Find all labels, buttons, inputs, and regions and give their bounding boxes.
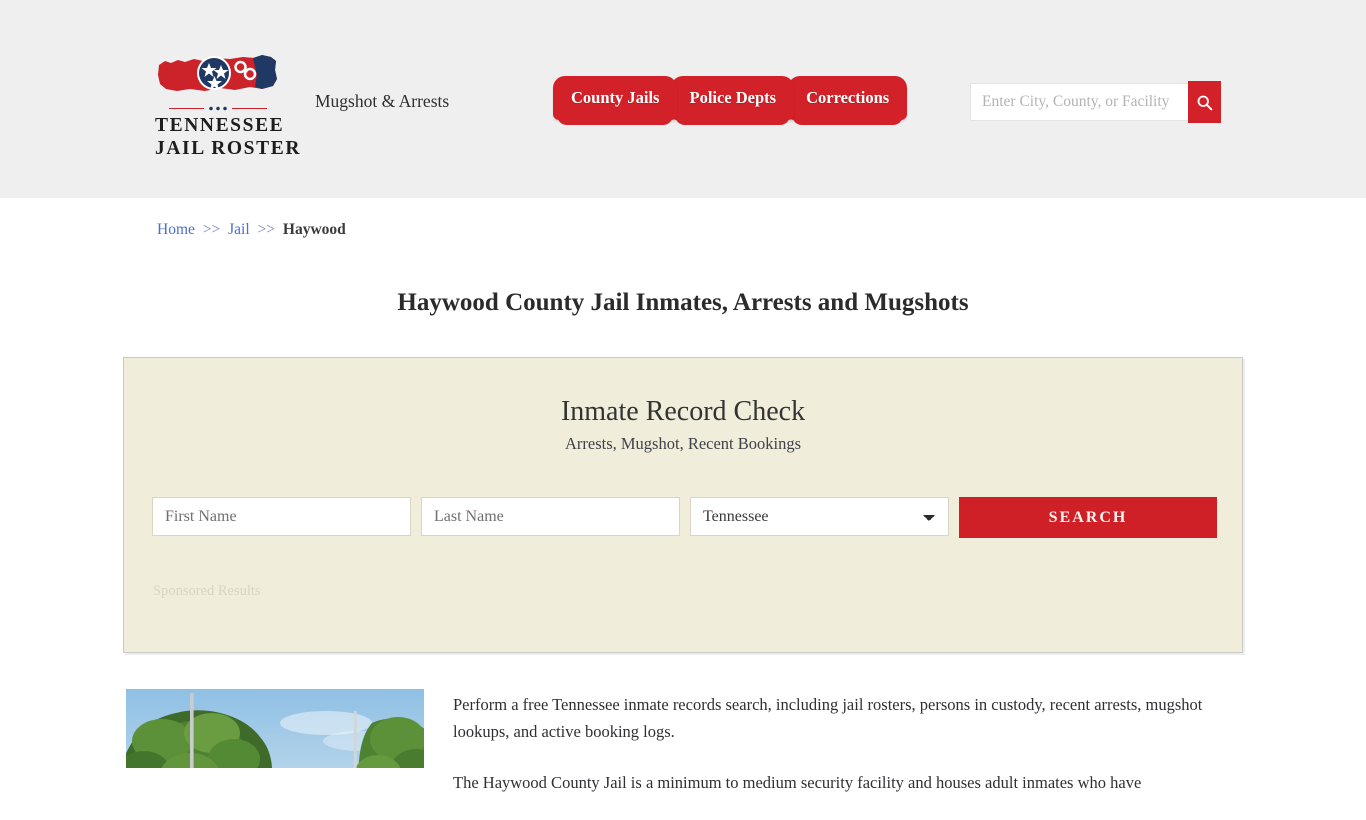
first-name-input[interactable] — [152, 497, 411, 536]
panel-subtitle: Arrests, Mugshot, Recent Bookings — [564, 434, 802, 453]
site-tagline: Mugshot & Arrests — [315, 91, 450, 111]
breadcrumb-separator: >> — [257, 221, 276, 238]
breadcrumb-separator: >> — [202, 221, 221, 238]
logo-divider-icon — [168, 106, 267, 111]
tennessee-state-handcuffs-icon — [158, 55, 277, 91]
inmate-search-button[interactable]: SEARCH — [959, 497, 1217, 538]
search-icon — [1197, 95, 1213, 110]
breadcrumb-jail[interactable]: Jail — [228, 221, 250, 238]
logo-text-line2: JAIL ROSTER — [155, 138, 302, 159]
header-search-input[interactable] — [970, 83, 1220, 121]
main-navigation: County Jails Police Depts Corrections — [553, 76, 908, 125]
site-logo[interactable]: TENNESSEE JAIL ROSTER — [155, 50, 302, 160]
state-select[interactable]: Tennessee — [690, 497, 949, 536]
article-paragraph: Perform a free Tennessee inmate records … — [453, 695, 1203, 741]
nav-tab-corrections[interactable]: Corrections — [788, 76, 908, 125]
header-search — [970, 81, 1221, 123]
breadcrumb-current: Haywood — [282, 221, 346, 238]
last-name-input[interactable] — [421, 497, 680, 536]
site-header: TENNESSEE JAIL ROSTER Mugshot & Arrests … — [0, 0, 1366, 198]
logo-text-line1: TENNESSEE — [155, 115, 285, 136]
panel-title: Inmate Record Check — [560, 396, 806, 427]
jail-exterior-trees-image — [126, 689, 424, 768]
header-search-button[interactable] — [1188, 81, 1221, 123]
breadcrumb-home[interactable]: Home — [157, 221, 195, 238]
breadcrumb: Home >> Jail >> Haywood — [157, 221, 346, 239]
sponsored-results-label: Sponsored Results — [153, 583, 261, 599]
inmate-search-form: Tennessee SEARCH — [152, 497, 1217, 538]
page-title: Haywood County Jail Inmates, Arrests and… — [397, 288, 969, 316]
header-inner: TENNESSEE JAIL ROSTER Mugshot & Arrests … — [0, 0, 1366, 198]
article-body: Perform a free Tennessee inmate records … — [453, 691, 1213, 820]
inmate-record-check-panel: Inmate Record Check Arrests, Mugshot, Re… — [123, 357, 1243, 653]
jail-exterior-photo[interactable] — [126, 689, 424, 768]
nav-tab-county-jails[interactable]: County Jails — [553, 76, 678, 125]
nav-tab-police-depts[interactable]: Police Depts — [671, 76, 795, 125]
article-paragraph: The Haywood County Jail is a minimum to … — [453, 773, 1142, 792]
